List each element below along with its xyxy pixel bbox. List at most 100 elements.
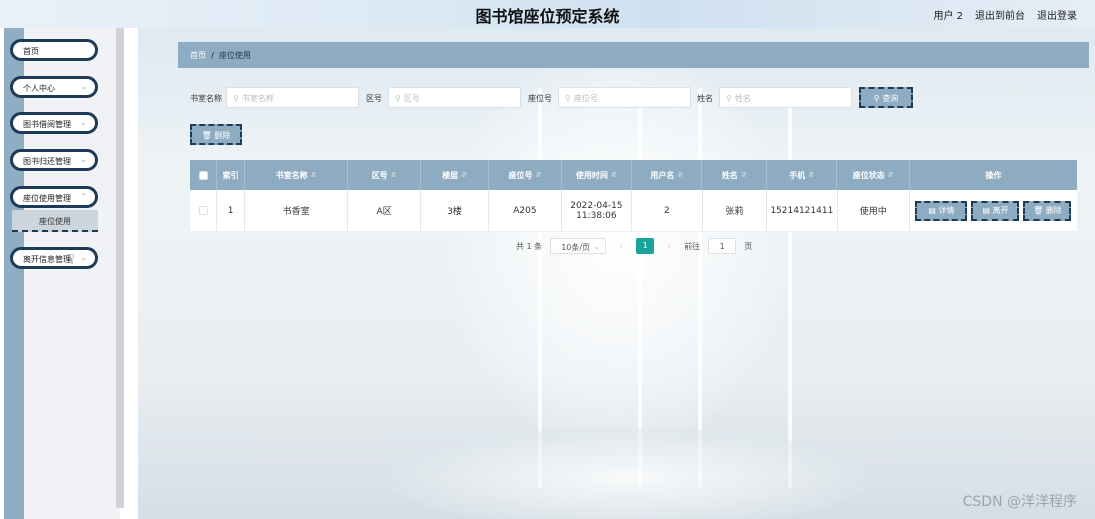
pagination-total: 共 1 条	[516, 241, 543, 251]
hand-cursor-icon: ☟	[66, 252, 75, 268]
row-checkbox[interactable]	[198, 206, 208, 215]
cell-seat-number: A205	[489, 190, 562, 231]
background-floor	[388, 428, 868, 519]
cell-zone: A区	[348, 190, 421, 231]
cell-name: 张莉	[703, 190, 768, 231]
sidebar-item-label: 个人中心	[23, 84, 55, 93]
table-row: 1 书香室 A区 3楼 A205 2022-04-15 11:38:06 2 张…	[190, 190, 1077, 232]
query-button[interactable]: ⚲ 查询	[859, 87, 913, 108]
next-page-button[interactable]: ›	[662, 242, 676, 251]
cell-phone: 15214121411	[767, 190, 838, 231]
sidebar-item-label: 离开信息管理	[23, 255, 71, 264]
sidebar-scrollbar[interactable]	[116, 28, 124, 508]
sidebar-item-label: 首页	[23, 47, 39, 56]
search-icon: ⚲	[873, 94, 880, 103]
sidebar	[4, 28, 120, 519]
cell-username: 2	[632, 190, 703, 231]
header-username[interactable]: 用户名 ⇵	[632, 160, 703, 190]
seat-number-input[interactable]: ⚲ 座位号	[558, 87, 691, 108]
cell-index: 1	[217, 190, 245, 231]
leave-button[interactable]: ▤ 离开	[971, 200, 1020, 221]
goto-page-input[interactable]: 1	[708, 238, 737, 254]
app-title: 图书馆座位预定系统	[475, 7, 620, 26]
cell-seat-status: 使用中	[838, 190, 910, 231]
pagination: 共 1 条 10条/页 ⌄ ‹ 1 › 前往 1 页	[516, 238, 752, 254]
header-name[interactable]: 姓名 ⇵	[702, 160, 768, 190]
name-input[interactable]: ⚲ 姓名	[719, 87, 852, 108]
background-pillar	[698, 88, 702, 488]
page-size-select[interactable]: 10条/页 ⌄	[550, 238, 607, 254]
breadcrumb-home[interactable]: 首页	[190, 51, 206, 60]
chevron-down-icon: ⌄	[80, 82, 87, 91]
header-index: 索引	[217, 160, 245, 190]
sidebar-item-label: 座位使用管理	[23, 194, 71, 203]
prev-page-button[interactable]: ‹	[614, 242, 628, 251]
leave-icon: ▤	[982, 206, 990, 215]
page-suffix: 页	[744, 241, 753, 251]
delete-button[interactable]: 🗑 删除	[1023, 200, 1072, 221]
sort-icon: ⇵	[610, 171, 617, 179]
select-all-cell	[190, 160, 218, 190]
zone-label: 区号	[366, 94, 382, 103]
watermark: CSDN @洋洋程序	[962, 494, 1077, 510]
chevron-down-icon: ⌄	[80, 118, 87, 127]
sidebar-item-seat-usage[interactable]: 座位使用管理 ⌃	[10, 186, 98, 208]
page-number-current[interactable]: 1	[636, 238, 655, 254]
detail-icon: ▤	[928, 206, 936, 215]
back-to-front-link[interactable]: 退出到前台	[975, 7, 1025, 22]
header-zone[interactable]: 区号 ⇵	[348, 160, 421, 190]
cell-room-name: 书香室	[245, 190, 349, 231]
search-icon: ⚲	[565, 94, 571, 103]
batch-delete-button[interactable]: 🗑 删除	[190, 124, 242, 145]
trash-icon: 🗑	[1033, 206, 1044, 215]
chevron-down-icon: ⌄	[80, 155, 87, 164]
background-pillar	[788, 88, 792, 488]
breadcrumb: 首页 / 座位使用	[178, 42, 1089, 68]
sidebar-subitem-seat-usage[interactable]: 座位使用	[12, 210, 98, 232]
cell-actions: ▤ 详情 ▤ 离开 🗑 删除	[910, 190, 1077, 231]
breadcrumb-separator: /	[211, 51, 214, 60]
cell-floor: 3楼	[421, 190, 490, 231]
detail-button[interactable]: ▤ 详情	[915, 200, 968, 221]
search-icon: ⚲	[726, 94, 732, 103]
seat-usage-table: 索引 书室名称 ⇵ 区号 ⇵ 楼层 ⇵ 座位号 ⇵ 使用时间 ⇵ 用户名 ⇵ 姓名 ⇵ 手机 ⇵…	[190, 160, 1077, 232]
header-actions: 操作	[985, 170, 1002, 180]
sort-icon: ⇵	[887, 171, 894, 179]
sort-icon: ⇵	[740, 171, 747, 179]
sidebar-item-home[interactable]: 首页	[10, 39, 98, 61]
seat-number-label: 座位号	[528, 94, 552, 103]
background-pillar	[538, 88, 542, 488]
header-room-name[interactable]: 书室名称 ⇵	[245, 160, 349, 190]
search-icon: ⚲	[233, 94, 239, 103]
logout-link[interactable]: 退出登录	[1037, 7, 1077, 22]
table-header-row: 索引 书室名称 ⇵ 区号 ⇵ 楼层 ⇵ 座位号 ⇵ 使用时间 ⇵ 用户名 ⇵ 姓名 ⇵ 手机 ⇵…	[190, 160, 1077, 190]
sort-icon: ⇵	[310, 171, 317, 179]
sidebar-item-book-borrow[interactable]: 图书借阅管理 ⌄	[10, 112, 98, 134]
breadcrumb-current: 座位使用	[218, 51, 251, 60]
sort-icon: ⇵	[390, 171, 397, 179]
trash-icon: 🗑	[201, 131, 212, 140]
sidebar-item-book-return[interactable]: 图书归还管理 ⌄	[10, 149, 98, 171]
row-select-cell	[190, 190, 218, 231]
cell-use-time: 2022-04-15 11:38:06	[562, 190, 633, 231]
chevron-down-icon: ⌄	[80, 253, 87, 262]
header-floor[interactable]: 楼层 ⇵	[421, 160, 490, 190]
sidebar-item-leave-info[interactable]: 离开信息管理 ⌄	[10, 247, 98, 269]
room-name-input[interactable]: ⚲ 书室名称	[226, 87, 359, 108]
header-phone[interactable]: 手机 ⇵	[767, 160, 838, 190]
sidebar-accent-strip	[4, 28, 24, 519]
select-all-checkbox[interactable]	[198, 170, 208, 180]
goto-label: 前往	[684, 241, 701, 251]
current-user-link[interactable]: 用户 2	[933, 7, 963, 22]
sidebar-item-label: 图书借阅管理	[23, 120, 71, 129]
sidebar-item-label: 图书归还管理	[23, 157, 71, 166]
search-icon: ⚲	[395, 94, 401, 103]
zone-input[interactable]: ⚲ 区号	[388, 87, 521, 108]
sidebar-item-personal-center[interactable]: 个人中心 ⌄	[10, 76, 98, 98]
top-header: 图书馆座位预定系统 用户 2 退出到前台 退出登录	[0, 0, 1095, 28]
chevron-up-icon: ⌃	[80, 192, 87, 201]
sort-icon: ⇵	[535, 171, 542, 179]
header-seat-status[interactable]: 座位状态 ⇵	[837, 160, 910, 190]
header-use-time[interactable]: 使用时间 ⇵	[562, 160, 633, 190]
header-seat-number[interactable]: 座位号 ⇵	[489, 160, 562, 190]
